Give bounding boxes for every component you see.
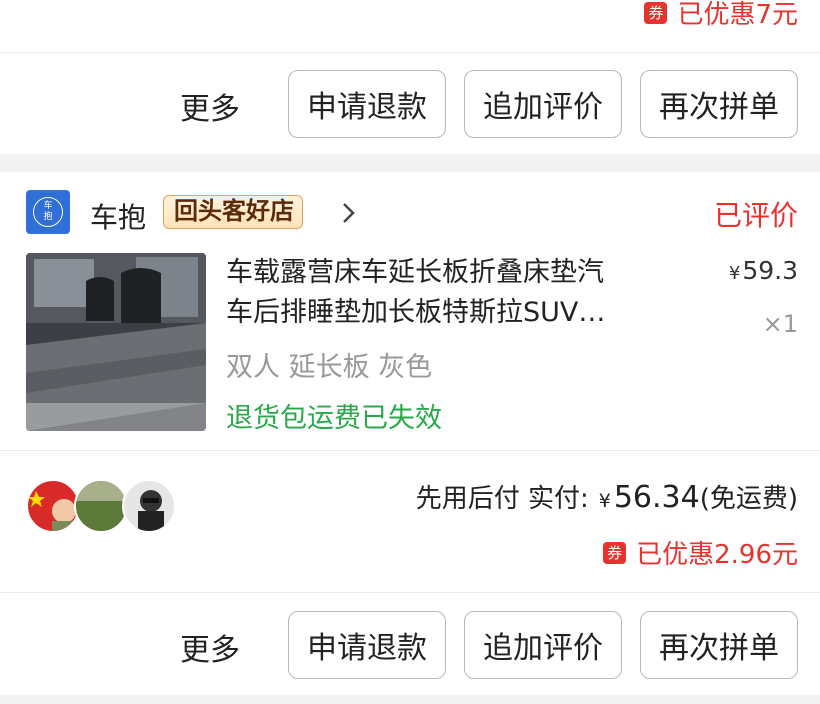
discount-text: 已优惠7元 — [677, 0, 798, 30]
store-name[interactable]: 车抱 — [90, 196, 146, 236]
reorder-button[interactable]: 再次拼单 — [640, 611, 798, 679]
avatar — [74, 479, 128, 533]
store-logo[interactable]: 车 抱 — [26, 190, 70, 234]
paid-amount: 56.34 — [613, 480, 700, 515]
product-price: ¥59.3 — [728, 256, 798, 285]
coupon-badge: 券 — [603, 541, 627, 564]
refund-button[interactable]: 申请退款 — [288, 611, 446, 679]
add-review-button[interactable]: 追加评价 — [464, 70, 622, 138]
shipping-note: (免运费) — [699, 484, 798, 514]
order-card-previous: 券 已优惠7元 更多 申请退款 追加评价 再次拼单 — [0, 0, 820, 154]
order-actions: 更多 申请退款 追加评价 再次拼单 — [0, 70, 820, 138]
divider — [0, 592, 820, 593]
product-spec: 双人 延长板 灰色 — [226, 352, 433, 383]
payment-summary: 先用后付 实付: ¥ 56.34 (免运费) — [415, 480, 798, 515]
returning-customer-badge: 回头客好店 — [163, 195, 303, 229]
return-policy: 退货包运费已失效 — [226, 403, 442, 434]
more-button[interactable]: 更多 — [180, 625, 240, 669]
pay-label: 先用后付 实付: — [415, 484, 589, 514]
discount-line: 券 已优惠2.96元 — [603, 534, 798, 571]
divider — [0, 52, 820, 53]
discount-text: 已优惠2.96元 — [636, 540, 798, 570]
product-quantity: ×1 — [762, 310, 798, 338]
order-status: 已评价 — [713, 199, 798, 232]
avatar — [122, 479, 176, 533]
divider — [0, 450, 820, 451]
add-review-button[interactable]: 追加评价 — [464, 611, 622, 679]
chevron-right-icon[interactable] — [338, 200, 358, 226]
reorder-button[interactable]: 再次拼单 — [640, 70, 798, 138]
coupon-badge: 券 — [644, 1, 668, 24]
avatar — [26, 479, 80, 533]
order-actions: 更多 申请退款 追加评价 再次拼单 — [0, 611, 820, 679]
more-button[interactable]: 更多 — [180, 84, 240, 128]
refund-button[interactable]: 申请退款 — [288, 70, 446, 138]
discount-line: 券 已优惠7元 — [644, 0, 798, 31]
product-image[interactable] — [26, 253, 206, 431]
product-title[interactable]: 车载露营床车延长板折叠床垫汽 车后排睡垫加长板特斯拉SUV… — [226, 253, 666, 333]
